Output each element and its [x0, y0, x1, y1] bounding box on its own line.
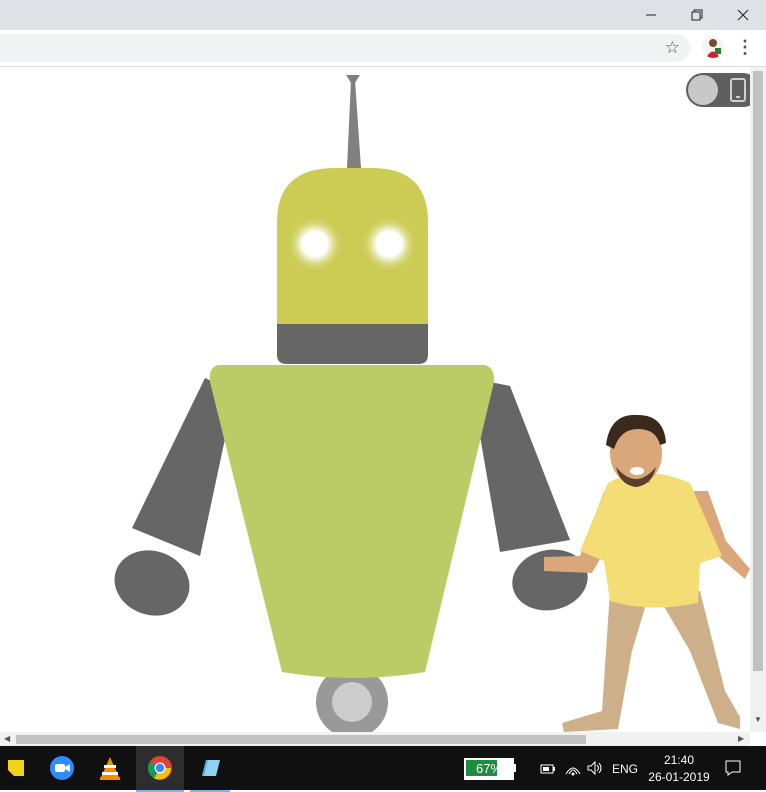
vertical-scrollbar[interactable]: ▼: [750, 67, 766, 732]
wifi-icon[interactable]: [564, 760, 582, 776]
avatar[interactable]: [702, 36, 724, 58]
battery-tray-icon[interactable]: [540, 763, 556, 775]
clock[interactable]: 21:40 26-01-2019: [644, 752, 714, 786]
notification-icon[interactable]: [724, 759, 742, 777]
horizontal-scrollbar[interactable]: ◀ ▶: [0, 732, 750, 746]
minimize-button[interactable]: [628, 0, 674, 30]
notes-app-icon[interactable]: [190, 746, 230, 792]
vlc-icon[interactable]: [94, 752, 126, 784]
minimize-icon: [646, 14, 656, 16]
scroll-right-icon[interactable]: ▶: [738, 734, 744, 743]
battery-indicator[interactable]: 67%: [464, 758, 514, 780]
chrome-icon[interactable]: [136, 746, 184, 792]
battery-percent: 67%: [475, 761, 503, 776]
language-indicator[interactable]: ENG: [612, 762, 638, 776]
dancing-man-image: [544, 414, 750, 732]
device-toggle[interactable]: [686, 73, 750, 107]
toggle-knob: [688, 75, 718, 105]
close-icon: [737, 9, 749, 21]
clock-time: 21:40: [663, 753, 695, 767]
star-icon[interactable]: ☆: [665, 37, 680, 59]
kebab-menu-icon[interactable]: ⋮: [736, 36, 754, 58]
robot-left-hand: [114, 550, 190, 616]
browser-toolbar: ☆: [0, 30, 766, 67]
close-button[interactable]: [720, 0, 766, 30]
title-bar: [0, 0, 766, 30]
battery-cap: [513, 764, 516, 772]
sticky-notes-icon[interactable]: [0, 752, 32, 784]
page-viewport: [0, 67, 750, 732]
robot-jaw: [277, 324, 428, 364]
zoom-icon[interactable]: [46, 752, 78, 784]
robot-body: [209, 365, 495, 678]
address-bar[interactable]: ☆: [0, 34, 690, 62]
restore-icon: [691, 9, 703, 21]
scroll-left-icon[interactable]: ◀: [4, 734, 10, 743]
volume-icon[interactable]: [586, 761, 604, 775]
restore-button[interactable]: [674, 0, 720, 30]
clock-date: 26-01-2019: [648, 770, 710, 784]
phone-icon: [730, 78, 746, 102]
robot-left-eye: [287, 216, 343, 272]
robot-antenna: [346, 75, 361, 168]
horizontal-scroll-thumb[interactable]: [16, 735, 586, 744]
scroll-down-icon[interactable]: ▼: [754, 715, 762, 724]
robot-right-eye: [361, 216, 417, 272]
vertical-scroll-thumb[interactable]: [753, 71, 763, 671]
